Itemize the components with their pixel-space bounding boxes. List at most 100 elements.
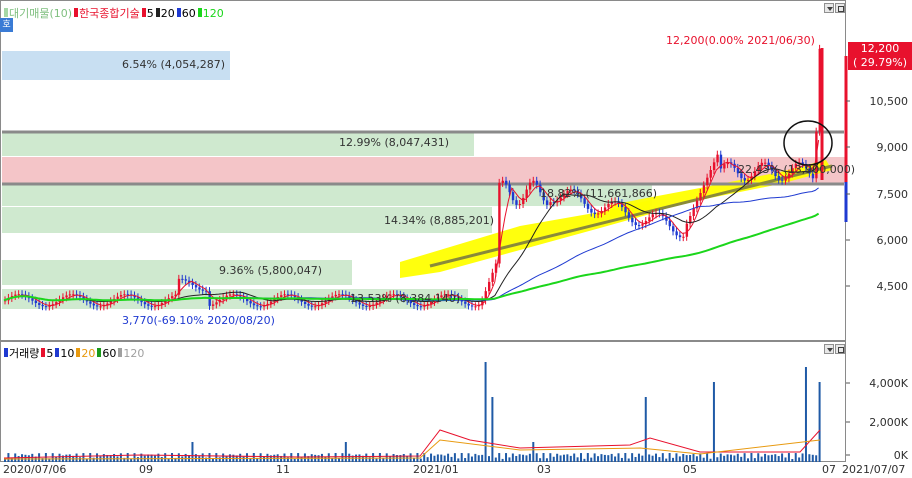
volume-profile-label: 13.53% (8,384,140) [350, 292, 461, 305]
candle-body [545, 200, 549, 205]
volume-bar [644, 397, 647, 462]
candle-body [549, 202, 552, 205]
volume-bar [263, 456, 266, 462]
chart-canvas [2, 44, 850, 462]
volume-bar [82, 453, 85, 462]
volume-bar [453, 453, 456, 462]
candle-body [116, 296, 119, 299]
candle-body [99, 306, 102, 308]
legend-item-ma120[interactable]: 120 [197, 7, 224, 20]
volume-bar [252, 453, 255, 462]
volume-profile-label: 6.54% (4,054,287) [122, 58, 226, 71]
candle-body [723, 164, 726, 169]
volume-bar [607, 455, 610, 462]
candle-body [685, 223, 689, 237]
volume-bar [723, 455, 726, 462]
legend-item-ma60[interactable]: 60 [176, 7, 196, 20]
volume-bar [525, 455, 528, 462]
legend-item-vma120[interactable]: 120 [118, 347, 144, 360]
volume-bar [624, 453, 627, 462]
candle-body [505, 180, 508, 185]
volume-bar [695, 456, 698, 462]
candle-body [119, 295, 123, 297]
volume-bar [818, 382, 821, 462]
volume-bar [617, 453, 620, 462]
volume-bar [511, 453, 514, 462]
price-panel-menu-button[interactable] [824, 3, 834, 13]
volume-bar [665, 458, 668, 462]
volume-bar [569, 455, 572, 462]
volume-axis-tick: 2,000K [869, 416, 908, 429]
candle-body [211, 304, 215, 306]
legend-item-supply[interactable]: 대기매물(10) [4, 5, 72, 21]
volume-bar [682, 453, 685, 462]
volume-profile-label: 12.99% (8,047,431) [339, 136, 450, 149]
candle-body [338, 294, 341, 296]
volume-panel-maximize-button[interactable] [835, 344, 845, 354]
volume-bar [474, 453, 477, 462]
candle-body [184, 279, 188, 281]
legend-item-ma20[interactable]: 20 [155, 7, 175, 20]
volume-bar [539, 458, 542, 462]
volume-bar [603, 454, 606, 462]
candle-body [416, 305, 419, 307]
candle-body [365, 305, 368, 307]
candle-body [147, 304, 150, 306]
volume-bar [464, 458, 467, 462]
price-axis-tick: 6,000 [876, 234, 909, 247]
candle-body [419, 306, 423, 308]
volume-bar [133, 453, 136, 462]
volume-bar [634, 456, 637, 462]
volume-bar [440, 454, 443, 462]
low-price-annotation: 3,770(-69.10% 2020/08/20) [122, 314, 275, 327]
volume-bar [222, 453, 225, 462]
volume-bar [815, 455, 818, 462]
legend-item-volume[interactable]: 거래량 [4, 345, 39, 361]
side-tab[interactable]: 호 [0, 18, 13, 32]
volume-profile-label: 18.82% (11,661,866) [540, 187, 658, 200]
candle-body [501, 180, 505, 183]
volume-bar [654, 453, 657, 462]
volume-panel-menu-button[interactable] [824, 344, 834, 354]
volume-profile-label: 14.34% (8,885,201) [384, 214, 495, 227]
price-panel-maximize-button[interactable] [835, 3, 845, 13]
price-axis-tick: 4,500 [876, 280, 909, 293]
volume-axis-tick: 4,000K [869, 377, 908, 390]
volume-bar [433, 455, 436, 462]
candle-body [716, 154, 719, 163]
volume-bar [447, 453, 450, 462]
volume-bar [781, 453, 784, 462]
volume-bar [566, 454, 569, 462]
volume-bar [51, 453, 54, 462]
candle-body [96, 305, 99, 307]
legend-item-vma60[interactable]: 60 [97, 347, 116, 360]
volume-profile-label: 22.43% (13,900,000) [738, 163, 856, 176]
volume-bar [706, 453, 709, 462]
volume-bar [470, 456, 473, 462]
volume-bar [651, 455, 654, 462]
legend-item-vma5[interactable]: 5 [41, 347, 53, 360]
legend-label: 60 [102, 346, 117, 360]
candle-body [515, 200, 518, 205]
candle-body [310, 305, 314, 307]
volume-bar [743, 453, 746, 462]
volume-bar [675, 453, 678, 462]
candle-body [65, 295, 68, 298]
legend-item-ma5[interactable]: 5 [141, 7, 154, 20]
legend-item-vma10[interactable]: 10 [55, 347, 74, 360]
stock-chart-window: 대기매물(10) 한국종합기술 5 20 60 120 호 거래량 5 10 2… [0, 0, 912, 478]
volume-bar [430, 453, 433, 462]
candle-body [777, 176, 781, 180]
legend-item-stock[interactable]: 한국종합기술 [74, 5, 140, 21]
candle-body [194, 285, 198, 288]
legend-item-vma20[interactable]: 20 [76, 347, 95, 360]
candle-body [41, 304, 44, 307]
volume-bar [426, 457, 429, 462]
volume-bar [481, 454, 484, 462]
volume-bar [641, 455, 644, 462]
price-legend: 대기매물(10) 한국종합기술 5 20 60 120 [4, 5, 224, 21]
volume-bar [58, 453, 61, 462]
volume-bar [719, 453, 722, 462]
volume-bar [542, 453, 545, 462]
volume-bar [620, 457, 623, 462]
